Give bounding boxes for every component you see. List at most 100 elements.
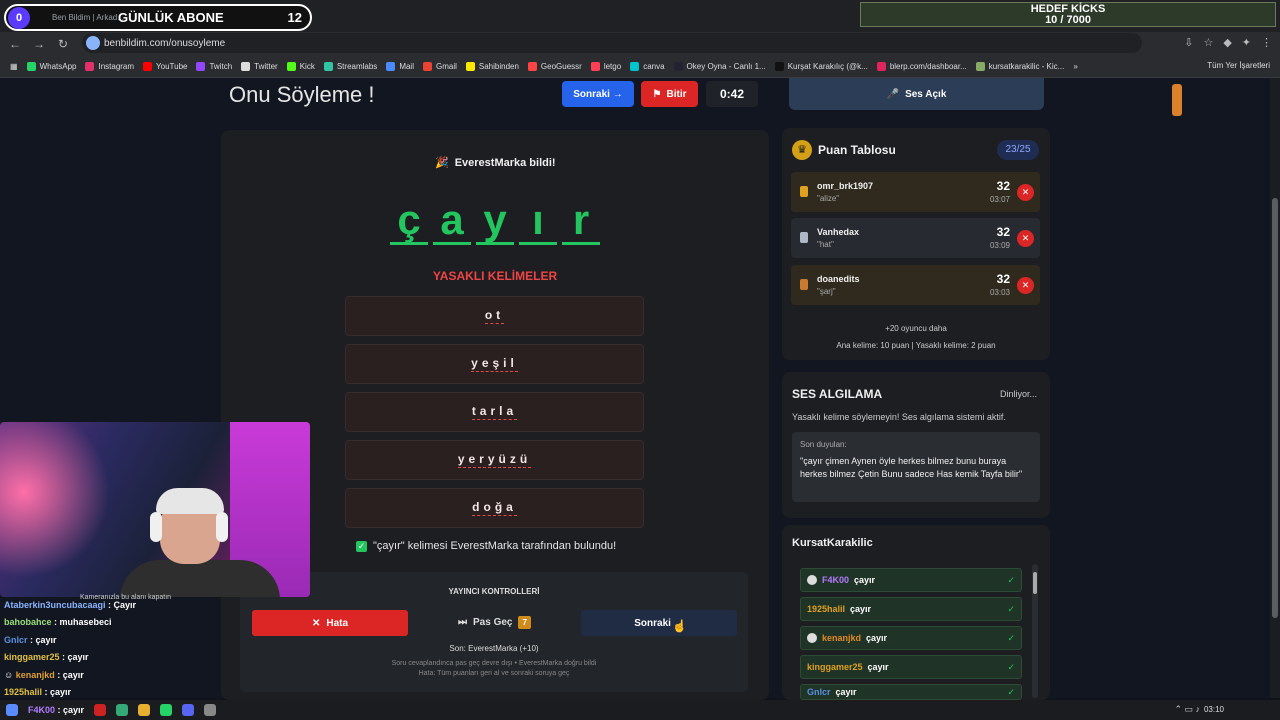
bookmark-kick[interactable]: Kick: [286, 62, 315, 71]
chat-title: KursatKarakilic: [792, 537, 873, 549]
end-button[interactable]: ⚑ Bitir: [641, 81, 698, 107]
player-points: 32: [996, 179, 1010, 193]
bookmark-twitch[interactable]: Twitch: [196, 62, 232, 71]
skip-count-badge: 7: [518, 616, 531, 629]
bookmark-canva[interactable]: canva: [630, 62, 665, 71]
menu-icon[interactable]: ⋮: [1261, 36, 1272, 49]
app-icon[interactable]: [94, 704, 107, 716]
x-icon: ✕: [311, 617, 321, 629]
bookmark-youtube[interactable]: YouTube: [143, 62, 187, 71]
forbidden-word: ot: [345, 296, 644, 336]
player-answer: "hat": [817, 240, 834, 249]
bookmark-streamlabs[interactable]: Streamlabs: [323, 62, 377, 71]
controls-title: YAYINCI KONTROLLERİ: [448, 587, 540, 596]
remove-icon[interactable]: ✕: [1017, 184, 1034, 201]
forbidden-word: yeşil: [345, 344, 644, 384]
sub-count-badge: 0: [8, 6, 30, 29]
bookmark-okey[interactable]: Okey Oyna - Canlı 1...: [673, 62, 766, 71]
leaderboard-row: omr_brk1907 "alize" 32 03:07 ✕: [791, 172, 1040, 212]
clock: 03:10: [1203, 705, 1224, 714]
webcam-overlay: [0, 422, 310, 597]
bookmark-twitter[interactable]: Twitter: [241, 62, 278, 71]
player-points: 32: [996, 225, 1010, 239]
chrome-icon[interactable]: [138, 704, 151, 716]
star-icon[interactable]: ☆: [1203, 36, 1213, 49]
check-icon: ✓: [1007, 686, 1015, 697]
kicks-goal-overlay: HEDEF KİCKS 10 / 7000: [860, 2, 1276, 27]
bookmark-gmail[interactable]: Gmail: [422, 62, 457, 71]
daily-sub-title: GÜNLÜK ABONE: [118, 10, 224, 25]
error-button[interactable]: ✕ Hata: [252, 610, 408, 636]
sound-toggle-button[interactable]: 🎤 Ses Açık: [789, 78, 1044, 110]
bookmark-letgo[interactable]: letgo: [590, 62, 621, 71]
remove-icon[interactable]: ✕: [1017, 277, 1034, 294]
extensions-icon[interactable]: ✦: [1242, 36, 1251, 49]
start-icon[interactable]: [6, 704, 18, 716]
solved-message: 🎉 EverestMarka bildi!: [435, 157, 556, 169]
voice-description: Yasaklı kelime söylemeyin! Ses algılama …: [792, 412, 1006, 422]
silver-medal-icon: [800, 232, 808, 243]
chat-guess-row: F4K00 çayır ✓: [800, 568, 1022, 592]
bookmark-geoguessr[interactable]: GeoGuessr: [527, 62, 582, 71]
paw-icon: [807, 633, 817, 643]
app-icon[interactable]: [182, 704, 195, 716]
player-time: 03:07: [989, 195, 1010, 204]
player-answer: "alize": [817, 194, 840, 203]
whatsapp-icon[interactable]: [160, 704, 173, 716]
shield-icon[interactable]: ◆: [1223, 36, 1231, 49]
more-bookmarks-icon[interactable]: »: [1073, 62, 1077, 71]
control-note: Soru cevaplandınca pas geç devre dışı • …: [391, 660, 597, 667]
forward-icon[interactable]: →: [30, 37, 48, 51]
back-icon[interactable]: ←: [6, 37, 24, 51]
bookmark-instagram[interactable]: Instagram: [85, 62, 134, 71]
reload-icon[interactable]: ↻: [54, 37, 72, 51]
next-button[interactable]: Sonraki →: [562, 81, 634, 107]
player-name: omr_brk1907: [817, 181, 874, 191]
chat-scrollbar[interactable]: [1032, 564, 1038, 698]
mic-icon: 🎤: [886, 88, 900, 100]
letter: ç: [390, 198, 428, 245]
check-icon: ✓: [1007, 574, 1015, 585]
skip-button[interactable]: ⏭ Pas Geç 7: [458, 616, 531, 629]
target-word: ç a y ı r: [390, 198, 600, 245]
found-message: ✓ "çayır" kelimesi EverestMarka tarafında…: [356, 540, 617, 552]
daily-sub-value: 12: [287, 10, 302, 25]
app-icon[interactable]: [116, 704, 129, 716]
site-info-icon[interactable]: [86, 36, 100, 50]
stream-chat-message: kinggamer25 : çayır: [4, 652, 89, 662]
page-scrollbar[interactable]: [1270, 78, 1280, 698]
stream-chat-message: Ataberkin3uncubacaagi : Çayır: [4, 600, 137, 610]
all-bookmarks[interactable]: Tüm Yer İşaretleri: [1207, 61, 1270, 70]
bookmark-tiktok[interactable]: Kurşat Karakılıç (@k...: [774, 62, 868, 71]
bookmarks-bar: ▦ WhatsApp Instagram YouTube Twitch Twit…: [0, 56, 1280, 78]
forbidden-word: yeryüzü: [345, 440, 644, 480]
bronze-medal-icon: [800, 279, 808, 290]
apps-icon[interactable]: ▦: [10, 62, 18, 71]
hand-cursor-icon: ☝: [672, 619, 687, 633]
tray-icons[interactable]: ⌃ ▭ ♪: [1174, 704, 1200, 715]
url-field[interactable]: benbildim.com/onusoyleme: [82, 33, 1142, 53]
chat-guess-row: kinggamer25 çayır ✓: [800, 655, 1022, 679]
letter: y: [476, 198, 514, 245]
app-icon[interactable]: [204, 704, 217, 716]
bookmark-whatsapp[interactable]: WhatsApp: [26, 62, 76, 71]
stream-chat-message: bahobahce : muhasebeci: [4, 617, 112, 627]
remove-icon[interactable]: ✕: [1017, 230, 1034, 247]
stream-chat-message: 1925halil : çayır: [4, 687, 72, 697]
bookmark-sahibinden[interactable]: Sahibinden: [465, 62, 519, 71]
paw-icon: ☺: [4, 670, 14, 680]
letter: r: [562, 198, 600, 245]
bookmark-blerp[interactable]: blerp.com/dashboar...: [876, 62, 967, 71]
party-icon: 🎉: [435, 157, 449, 169]
player-name: doanedits: [817, 274, 860, 284]
control-next-button[interactable]: Sonraki →: [581, 610, 737, 636]
browser-tab-title[interactable]: Ben Bildim | Arkad...: [52, 13, 124, 22]
install-icon[interactable]: ⇩: [1184, 36, 1193, 49]
gold-medal-icon: [800, 186, 808, 197]
player-points: 32: [996, 272, 1010, 286]
skip-icon: ⏭: [458, 617, 467, 628]
chat-guess-row: 1925halil çayır ✓: [800, 597, 1022, 621]
heard-label: Son duyulan:: [800, 440, 847, 449]
bookmark-mail[interactable]: Mail: [386, 62, 414, 71]
bookmark-kick-channel[interactable]: kursatkarakilic - Kic...: [975, 62, 1064, 71]
